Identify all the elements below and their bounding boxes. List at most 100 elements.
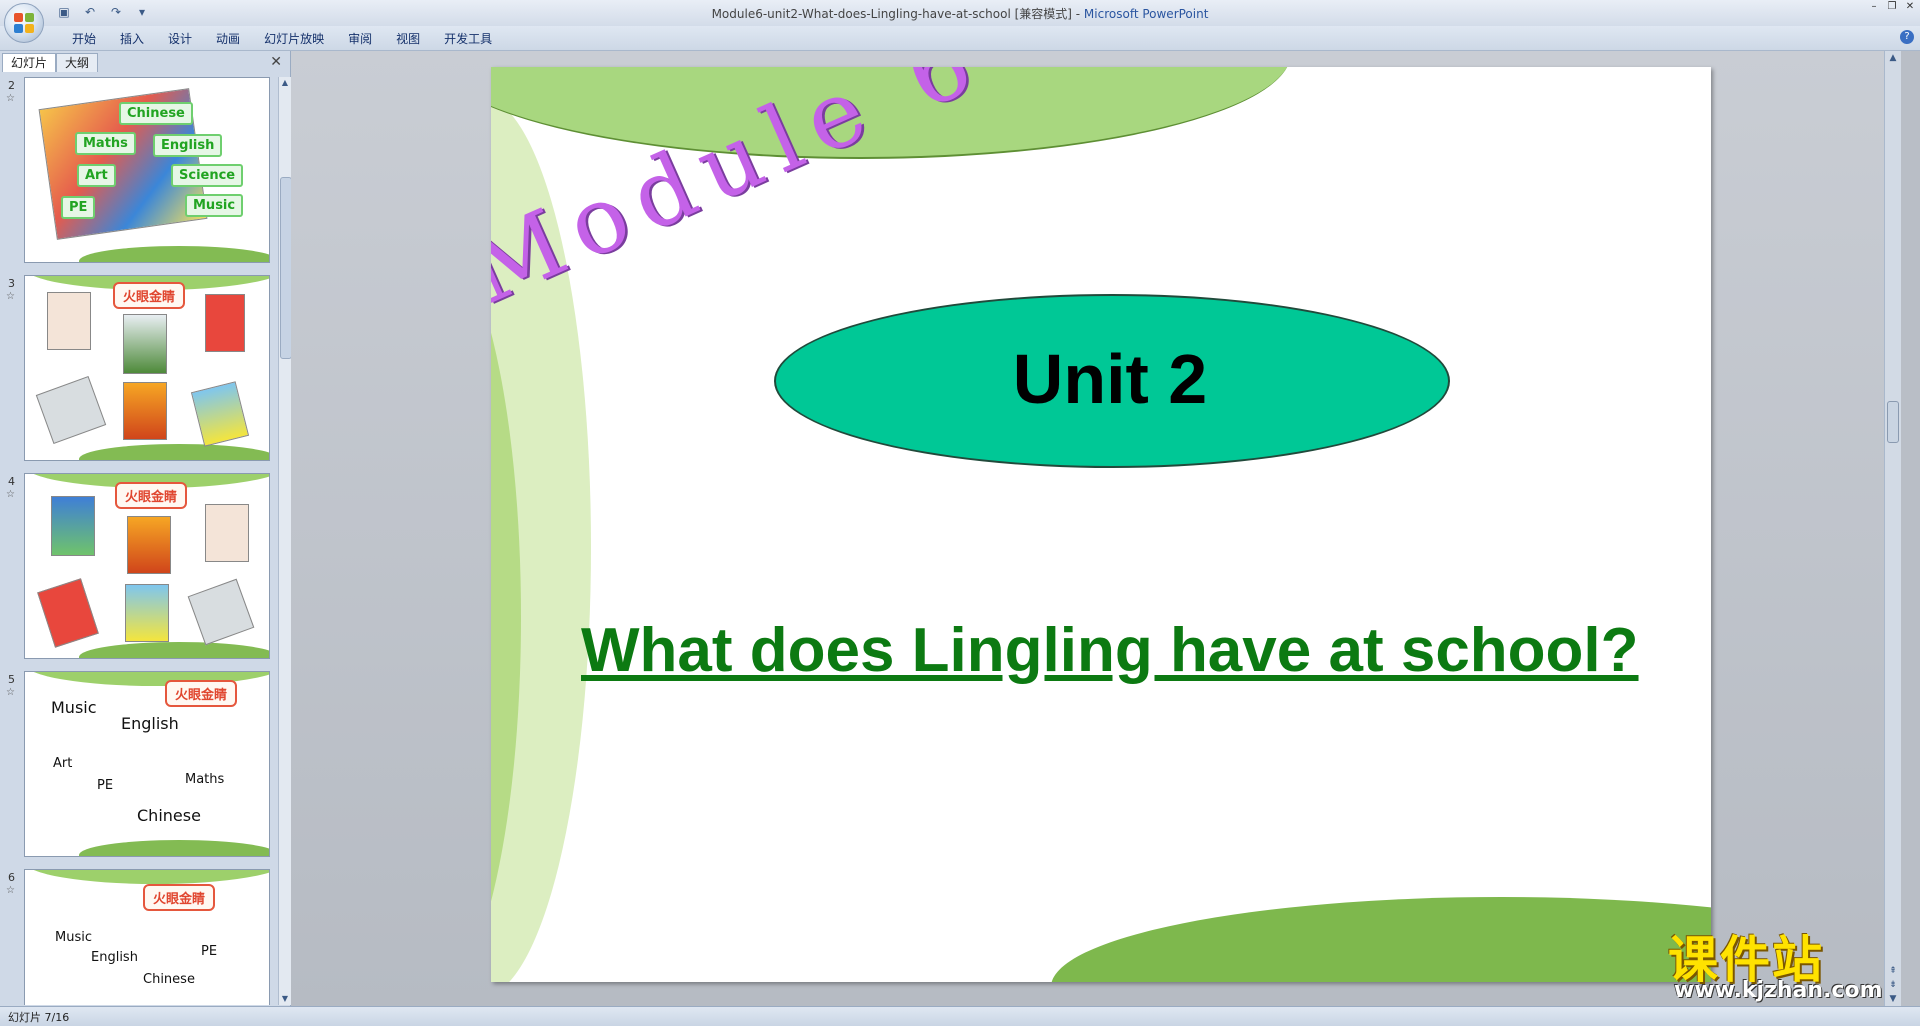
tab-slideshow[interactable]: 幻灯片放映: [252, 30, 336, 48]
lesson-subtitle[interactable]: What does Lingling have at school?: [581, 615, 1681, 685]
transition-star-icon: ☆: [6, 489, 15, 500]
tab-design[interactable]: 设计: [156, 30, 204, 48]
window-title: Module6-unit2-What-does-Lingling-have-at…: [0, 5, 1920, 22]
subject-tag: PE: [61, 196, 96, 219]
book-cover: [35, 375, 107, 445]
slide-number: 4: [8, 475, 15, 488]
slide-number: 5: [8, 673, 15, 686]
book-cover: [187, 578, 255, 646]
slide-thumbnail-2[interactable]: 2 ☆ Chinese Maths English Art Science PE…: [0, 77, 278, 273]
tab-review[interactable]: 审阅: [336, 30, 384, 48]
book-cover: [127, 516, 171, 574]
site-watermark: 课件站 www.kjzhan.com: [1668, 920, 1908, 1020]
book-cover: [37, 578, 99, 648]
close-icon[interactable]: ✕: [1904, 2, 1916, 12]
decor-wave: [79, 444, 269, 460]
word-label: Chinese: [137, 806, 201, 825]
slide-editor: Module 6 Unit 2 What does Lingling have …: [291, 51, 1901, 1006]
badge-label: 火眼金睛: [115, 482, 188, 509]
office-button[interactable]: [4, 3, 44, 43]
tab-outline[interactable]: 大纲: [56, 53, 99, 72]
book-cover: [47, 292, 91, 350]
book-cover: [51, 496, 95, 556]
slide-thumbnail-6[interactable]: 6 ☆ 火眼金睛 Music English PE Chinese: [0, 869, 278, 1005]
scroll-down-icon[interactable]: ▼: [279, 993, 291, 1005]
book-cover: [123, 314, 167, 374]
book-cover: [123, 382, 167, 440]
thumbnail-image: 火眼金睛: [24, 473, 270, 659]
word-label: PE: [97, 778, 114, 793]
tab-animations[interactable]: 动画: [204, 30, 252, 48]
tab-home[interactable]: 开始: [60, 30, 108, 48]
slide-number: 6: [8, 871, 15, 884]
transition-star-icon: ☆: [6, 687, 15, 698]
window-title-app: Microsoft PowerPoint: [1083, 7, 1209, 21]
decor-wave: [79, 246, 269, 262]
thumbnail-image: 火眼金睛: [24, 275, 270, 461]
panel-scrollbar[interactable]: ▲ ▼: [278, 77, 292, 1005]
book-cover: [125, 584, 169, 642]
word-label: English: [91, 950, 138, 965]
unit-title[interactable]: Unit 2: [774, 294, 1446, 464]
subject-tag: Maths: [75, 132, 136, 155]
slide-position: 幻灯片 7/16: [8, 1011, 70, 1024]
slides-panel: 幻灯片 大纲 ✕ 2 ☆ Chinese Maths English Art S…: [0, 51, 292, 1006]
office-logo-icon: [14, 13, 34, 33]
slide-number: 2: [8, 79, 15, 92]
transition-star-icon: ☆: [6, 885, 15, 896]
scrollbar-thumb[interactable]: [1887, 401, 1899, 443]
book-cover: [190, 381, 250, 447]
help-icon[interactable]: ?: [1900, 30, 1914, 44]
book-cover: [205, 294, 245, 352]
scroll-up-icon[interactable]: ▲: [279, 77, 291, 89]
tab-slides[interactable]: 幻灯片: [2, 53, 57, 72]
slide-thumbnail-3[interactable]: 3 ☆ 火眼金睛: [0, 275, 278, 471]
tab-developer[interactable]: 开发工具: [432, 30, 504, 48]
tab-view[interactable]: 视图: [384, 30, 432, 48]
slide-thumbnails: 2 ☆ Chinese Maths English Art Science PE…: [0, 77, 278, 1005]
subject-tag: Chinese: [119, 102, 193, 125]
word-label: Music: [51, 698, 97, 717]
status-bar: 幻灯片 7/16: [0, 1006, 1920, 1026]
tab-insert[interactable]: 插入: [108, 30, 156, 48]
maximize-icon[interactable]: ❐: [1886, 2, 1898, 12]
thumbnail-image: 火眼金睛 Music English Art PE Maths Chinese: [24, 671, 270, 857]
book-cover: [205, 504, 249, 562]
decor-wave: [79, 642, 269, 658]
title-bar: ▣ ↶ ↷ ▾ Module6-unit2-What-does-Lingling…: [0, 0, 1920, 43]
transition-star-icon: ☆: [6, 93, 15, 104]
editor-scrollbar[interactable]: ▲ ⇞ ⇟ ▼: [1884, 51, 1901, 1006]
ribbon-tabs: 开始 插入 设计 动画 幻灯片放映 审阅 视图 开发工具 ?: [0, 26, 1920, 51]
slide-number: 3: [8, 277, 15, 290]
word-label: Music: [55, 930, 92, 945]
badge-label: 火眼金睛: [143, 884, 216, 911]
badge-label: 火眼金睛: [113, 282, 186, 309]
subject-tag: Music: [185, 194, 244, 217]
decor-wave: [25, 870, 269, 884]
current-slide[interactable]: Module 6 Unit 2 What does Lingling have …: [491, 67, 1711, 982]
word-label: English: [121, 714, 179, 733]
panel-tabs: 幻灯片 大纲: [2, 53, 99, 73]
watermark-url: www.kjzhan.com: [1674, 978, 1883, 1003]
transition-star-icon: ☆: [6, 291, 15, 302]
minimize-icon[interactable]: –: [1868, 2, 1880, 12]
subject-tag: Science: [171, 164, 244, 187]
window-controls: – ❐ ✕: [1868, 2, 1916, 12]
slide-thumbnail-4[interactable]: 4 ☆ 火眼金睛: [0, 473, 278, 669]
subject-tag: English: [153, 134, 223, 157]
word-label: Chinese: [143, 972, 195, 987]
subject-tag: Art: [77, 164, 116, 187]
thumbnail-image: Chinese Maths English Art Science PE Mus…: [24, 77, 270, 263]
word-label: Art: [53, 756, 73, 771]
scroll-up-icon[interactable]: ▲: [1885, 51, 1901, 65]
slide-thumbnail-5[interactable]: 5 ☆ 火眼金睛 Music English Art PE Maths Chin…: [0, 671, 278, 867]
word-label: PE: [201, 944, 218, 959]
decor-arc: [1051, 897, 1711, 982]
decor-wave: [79, 840, 269, 856]
word-label: Maths: [185, 772, 225, 787]
window-title-document: Module6-unit2-What-does-Lingling-have-at…: [711, 7, 1072, 21]
badge-label: 火眼金睛: [165, 680, 238, 707]
panel-close-icon[interactable]: ✕: [270, 54, 282, 70]
window-title-separator: -: [1071, 7, 1084, 21]
thumbnail-image: 火眼金睛 Music English PE Chinese: [24, 869, 270, 1005]
